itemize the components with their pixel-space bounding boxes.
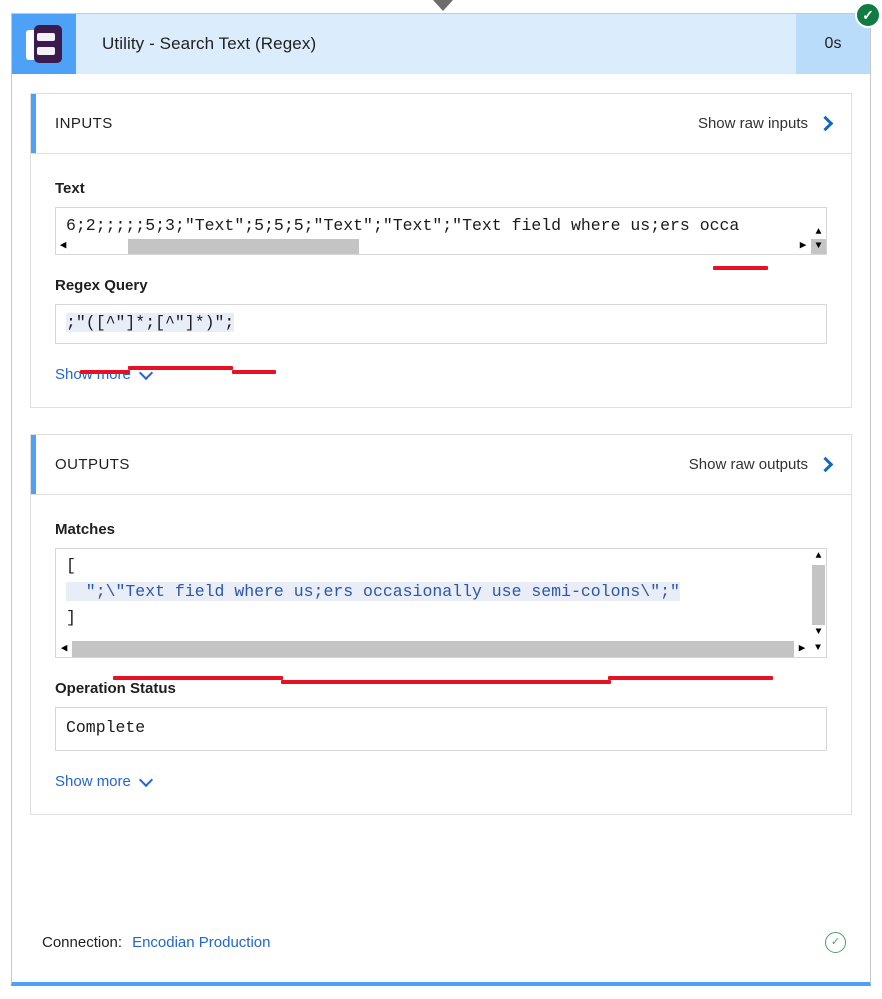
inputs-section-title: INPUTS xyxy=(55,115,113,132)
scroll-left-icon[interactable]: ◀ xyxy=(56,643,72,655)
matches-label: Matches xyxy=(55,521,116,538)
chevron-right-icon xyxy=(817,456,834,472)
outputs-section-header: OUTPUTS Show raw outputs xyxy=(31,435,851,495)
annotation-underline-text-input xyxy=(713,266,768,270)
outputs-show-more-button[interactable]: Show more xyxy=(55,772,827,790)
scroll-right-icon[interactable]: ▶ xyxy=(796,241,810,252)
annotation-underline-match-3 xyxy=(608,676,773,680)
action-header[interactable]: Utility - Search Text (Regex) 0s ✓ xyxy=(12,2,881,75)
show-raw-inputs-label: Show raw inputs xyxy=(697,115,808,132)
matches-vscrollbar[interactable]: ▲ ▼ xyxy=(810,549,826,641)
text-input-vscrollbar[interactable]: ▲ ▼ xyxy=(811,208,826,254)
annotation-underline-regex-3 xyxy=(232,370,276,374)
show-raw-inputs-button[interactable]: Show raw inputs xyxy=(697,115,834,132)
show-raw-outputs-label: Show raw outputs xyxy=(688,456,808,473)
regex-query-field[interactable]: ;"([^"]*;[^"]*)"; xyxy=(55,304,827,344)
inputs-section-header: INPUTS Show raw inputs xyxy=(31,94,851,154)
regex-query-value: ;"([^"]*;[^"]*)"; xyxy=(66,313,235,332)
matches-content: [ ";\"Text field where us;ers occasional… xyxy=(56,549,810,641)
matches-line: [ xyxy=(66,556,76,575)
matches-line: ";\"Text field where us;ers occasionally… xyxy=(66,579,810,605)
show-raw-outputs-button[interactable]: Show raw outputs xyxy=(688,456,834,473)
connection-valid-icon: ✓ xyxy=(825,932,846,953)
outputs-content: Matches [ ";\"Text field where us;ers oc… xyxy=(31,495,851,814)
scrollbar-corner: ▼ xyxy=(814,643,821,654)
outputs-section-title: OUTPUTS xyxy=(55,456,130,473)
hscroll-track[interactable] xyxy=(72,641,794,657)
annotation-underline-regex-2 xyxy=(128,366,233,370)
scroll-down-icon[interactable]: ▼ xyxy=(811,625,827,641)
regex-query-label: Regex Query xyxy=(55,277,148,294)
operation-status-value: Complete xyxy=(66,718,146,737)
inputs-section: INPUTS Show raw inputs Text 6;2;;;;;5;3;… xyxy=(30,93,852,408)
matches-hscrollbar[interactable]: ◀ ▶ xyxy=(56,641,810,657)
hscroll-track[interactable] xyxy=(70,239,796,254)
chevron-right-icon xyxy=(817,115,834,131)
vscroll-thumb[interactable] xyxy=(812,565,825,625)
scroll-down-icon[interactable]: ▼ xyxy=(811,239,826,254)
annotation-underline-regex-1 xyxy=(80,370,130,374)
annotation-underline-match-2 xyxy=(281,680,611,684)
encodian-logo-icon xyxy=(26,25,62,63)
chevron-down-icon xyxy=(138,772,153,787)
chevron-down-icon[interactable] xyxy=(433,0,453,11)
scroll-up-icon[interactable]: ▲ xyxy=(815,228,821,238)
connection-label: Connection: xyxy=(42,934,123,951)
text-input-value: 6;2;;;;;5;3;"Text";5;5;5;"Text";"Text";"… xyxy=(66,216,740,235)
text-input-field[interactable]: 6;2;;;;;5;3;"Text";5;5;5;"Text";"Text";"… xyxy=(55,207,827,255)
matches-line: ] xyxy=(66,608,76,627)
outputs-show-more-label: Show more xyxy=(55,773,131,790)
matches-line-text: ";\"Text field where us;ers occasionally… xyxy=(66,582,680,601)
action-title: Utility - Search Text (Regex) xyxy=(102,34,317,53)
action-card: Utility - Search Text (Regex) 0s ✓ INPUT… xyxy=(11,2,881,986)
hscroll-thumb[interactable] xyxy=(128,239,359,254)
connector-icon-container xyxy=(12,14,76,74)
matches-field[interactable]: [ ";\"Text field where us;ers occasional… xyxy=(55,548,827,658)
text-input-hscrollbar[interactable]: ◀ ▶ xyxy=(56,239,826,254)
scroll-left-icon[interactable]: ◀ xyxy=(56,241,70,252)
connection-footer: Connection: Encodian Production ✓ xyxy=(12,906,870,978)
hscroll-thumb[interactable] xyxy=(72,641,794,657)
scroll-up-icon[interactable]: ▲ xyxy=(811,549,827,565)
collapse-arrow-strip xyxy=(0,0,882,14)
scroll-right-icon[interactable]: ▶ xyxy=(794,643,810,655)
inputs-show-more-label: Show more xyxy=(55,366,131,383)
text-field-label: Text xyxy=(55,180,85,197)
outputs-section: OUTPUTS Show raw outputs Matches [ ";\"T… xyxy=(30,434,852,815)
operation-status-field[interactable]: Complete xyxy=(55,707,827,751)
annotation-underline-match-1 xyxy=(113,676,283,680)
connection-link[interactable]: Encodian Production xyxy=(132,934,270,951)
success-check-icon: ✓ xyxy=(855,2,881,28)
action-body: INPUTS Show raw inputs Text 6;2;;;;;5;3;… xyxy=(12,75,870,815)
